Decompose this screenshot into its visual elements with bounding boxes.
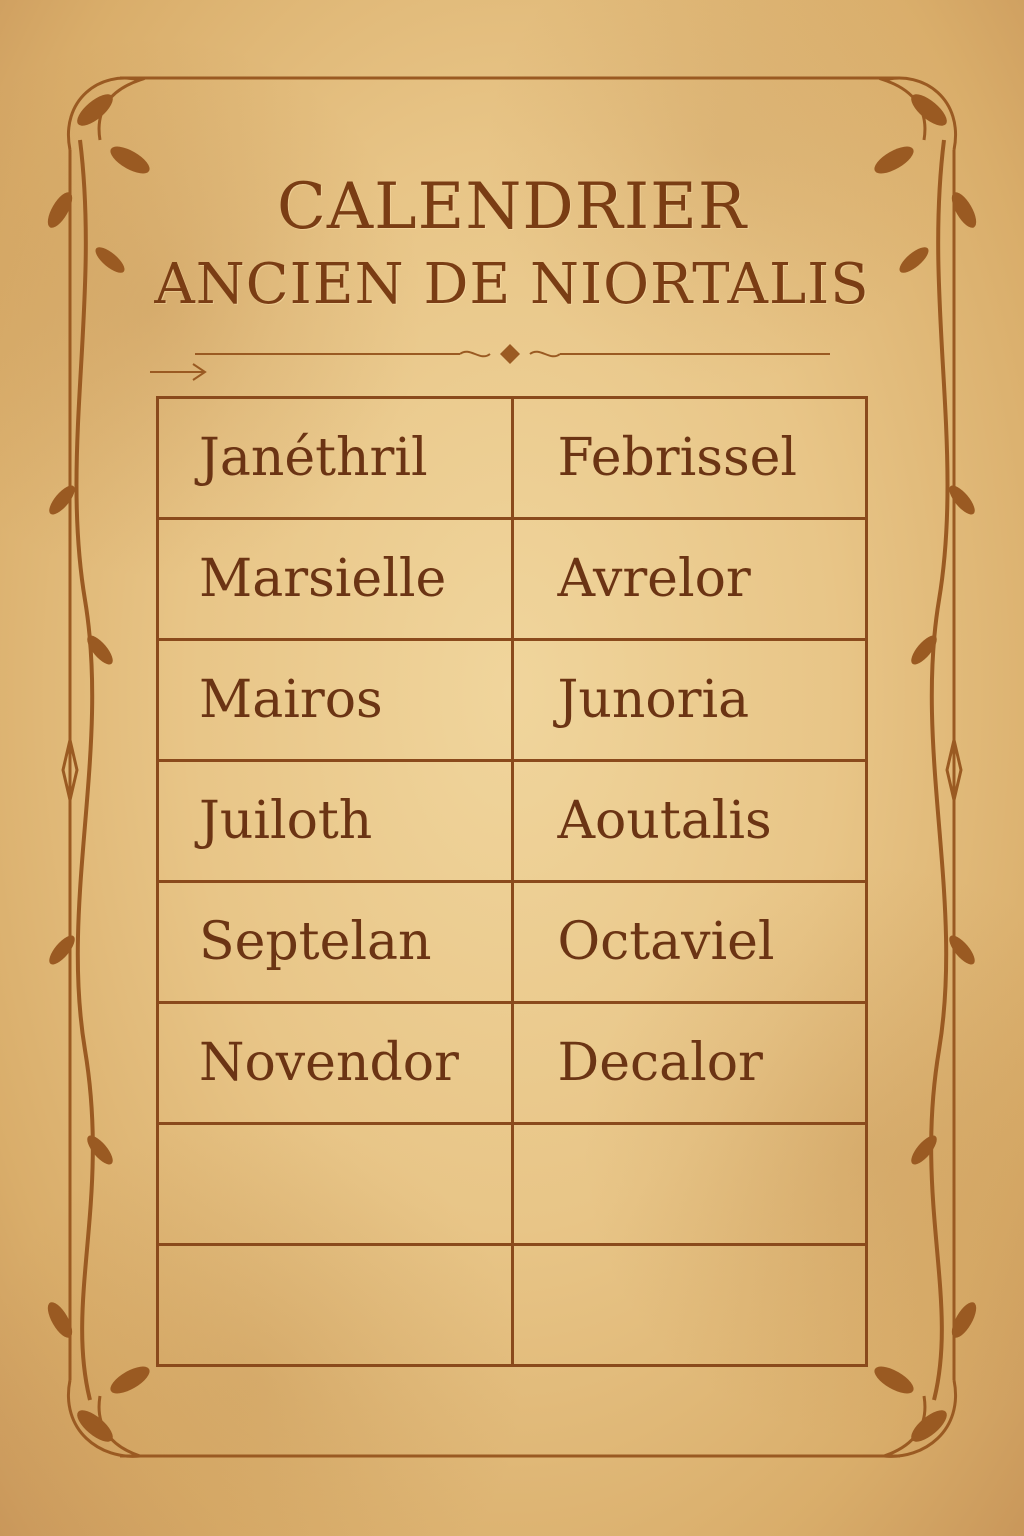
table-row: Janéthril Febrissel	[156, 396, 868, 520]
title-line-2: ANCIEN DE NIORTALIS	[154, 252, 870, 317]
empty-cell	[510, 1243, 868, 1367]
empty-cell	[156, 1122, 514, 1246]
month-cell: Marsielle	[156, 517, 514, 641]
month-cell: Octaviel	[510, 880, 868, 1004]
vine-left	[74, 139, 95, 1401]
empty-cell	[510, 1122, 868, 1246]
month-cell: Febrissel	[510, 396, 868, 520]
month-cell: Septelan	[156, 880, 514, 1004]
month-cell: Junoria	[510, 638, 868, 762]
table-row: Novendor Decalor	[156, 1001, 868, 1125]
month-cell: Decalor	[510, 1001, 868, 1125]
corner-curl-tl	[67, 76, 146, 151]
table-row	[156, 1122, 868, 1246]
month-cell: Juiloth	[156, 759, 514, 883]
month-cell: Aoutalis	[510, 759, 868, 883]
month-cell: Novendor	[156, 1001, 514, 1125]
table-row	[156, 1243, 868, 1367]
title-line-1: CALENDRIER	[276, 170, 748, 244]
table-row: Juiloth Aoutalis	[156, 759, 868, 883]
months-table: Janéthril Febrissel Marsielle Avrelor Ma…	[156, 396, 868, 1367]
month-cell: Avrelor	[510, 517, 868, 641]
vine-right	[929, 139, 950, 1401]
empty-cell	[156, 1243, 514, 1367]
month-cell: Mairos	[156, 638, 514, 762]
table-row: Mairos Junoria	[156, 638, 868, 762]
table-row: Septelan Octaviel	[156, 880, 868, 1004]
corner-curl-tr	[878, 76, 957, 151]
table-row: Marsielle Avrelor	[156, 517, 868, 641]
divider-arrow	[150, 363, 207, 381]
divider-diamond	[500, 344, 520, 364]
month-cell: Janéthril	[156, 396, 514, 520]
